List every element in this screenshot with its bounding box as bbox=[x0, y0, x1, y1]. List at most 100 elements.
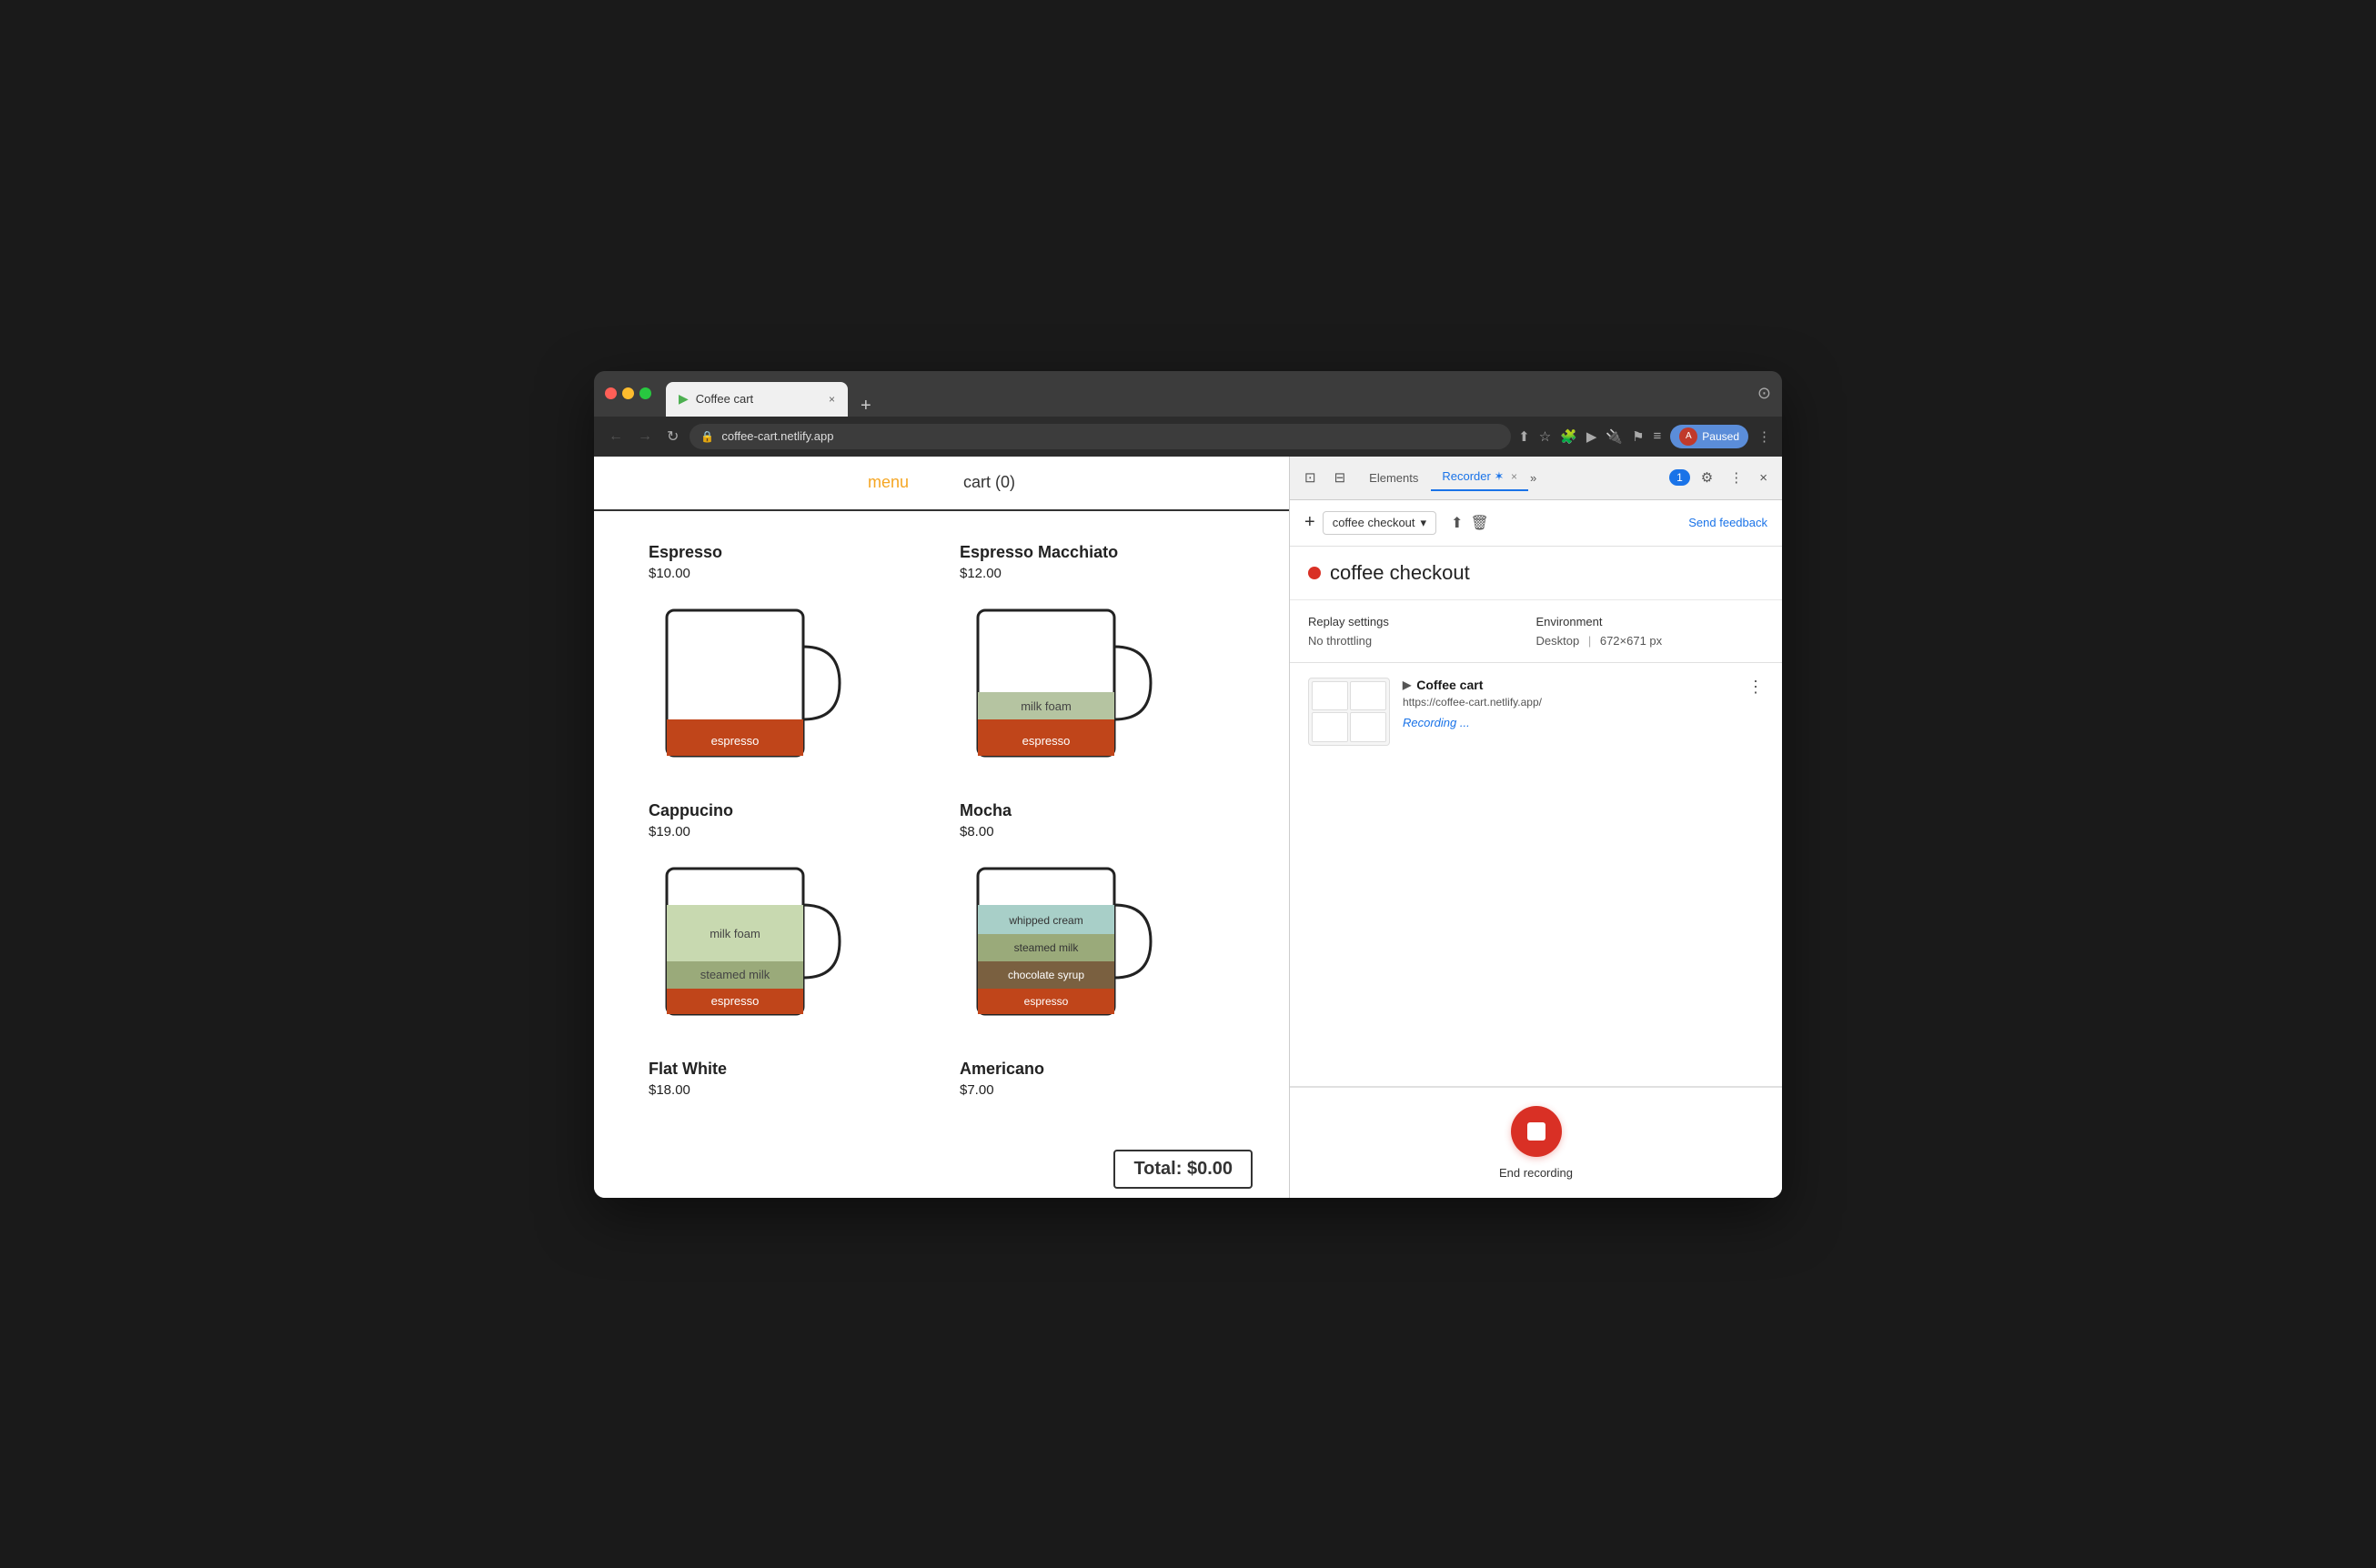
puzzle-icon[interactable]: 🔌 bbox=[1606, 428, 1623, 445]
tab-elements[interactable]: Elements bbox=[1358, 466, 1429, 490]
maximize-window-button[interactable] bbox=[639, 387, 651, 399]
address-bar[interactable]: 🔒 coffee-cart.netlify.app bbox=[690, 424, 1511, 449]
coffee-name: Flat White bbox=[649, 1060, 923, 1079]
settings-divider: | bbox=[1588, 634, 1591, 648]
svg-text:espresso: espresso bbox=[1024, 995, 1069, 1008]
coffee-price: $19.00 bbox=[649, 824, 923, 839]
tab-recorder[interactable]: Recorder ✶ × bbox=[1431, 464, 1528, 491]
forward-button[interactable]: → bbox=[634, 425, 656, 448]
coffee-price: $7.00 bbox=[960, 1082, 1234, 1098]
new-tab-button[interactable]: + bbox=[855, 396, 877, 417]
expand-icon[interactable]: ▶ bbox=[1403, 678, 1411, 691]
recording-title-section: coffee checkout bbox=[1290, 547, 1782, 600]
replay-settings-left: Replay settings No throttling bbox=[1308, 615, 1536, 648]
url-text: coffee-cart.netlify.app bbox=[721, 429, 833, 443]
send-feedback-link[interactable]: Send feedback bbox=[1688, 516, 1767, 529]
svg-text:chocolate syrup: chocolate syrup bbox=[1008, 969, 1084, 981]
share-icon[interactable]: ⬆ bbox=[1518, 428, 1530, 445]
site-navigation: menu cart (0) bbox=[594, 457, 1289, 511]
bookmark-icon[interactable]: ☆ bbox=[1539, 428, 1551, 445]
tab-title: Coffee cart bbox=[696, 392, 753, 406]
recorder-tab-close[interactable]: × bbox=[1511, 470, 1517, 483]
tab-close-button[interactable]: × bbox=[829, 393, 835, 406]
devtools-settings-button[interactable]: ⚙ bbox=[1696, 466, 1718, 489]
mocha-mug: whipped cream steamed milk chocolate syr… bbox=[960, 850, 1160, 1032]
cart-nav-link[interactable]: cart (0) bbox=[963, 473, 1015, 492]
coffee-item-flat-white[interactable]: Flat White $18.00 bbox=[630, 1046, 941, 1122]
dropdown-label: coffee checkout bbox=[1333, 516, 1415, 529]
browser-tab-active[interactable]: ▶ Coffee cart × bbox=[666, 382, 848, 417]
more-tabs-button[interactable]: » bbox=[1530, 471, 1536, 485]
replay-settings-right: Environment Desktop | 672×671 px bbox=[1536, 615, 1765, 648]
replay-settings-label: Replay settings bbox=[1308, 615, 1536, 628]
entry-thumbnail bbox=[1308, 678, 1390, 746]
chevron-down-icon: ▾ bbox=[1421, 516, 1427, 530]
devtools-more-button[interactable]: ⋮ bbox=[1724, 466, 1748, 489]
browser-toolbar-right: ⬆ ☆ 🧩 ▶ 🔌 ⚑ ≡ A Paused ⋮ bbox=[1518, 425, 1771, 448]
profile-button[interactable]: A Paused bbox=[1670, 425, 1748, 448]
profile-status: Paused bbox=[1702, 430, 1739, 443]
total-badge: Total: $0.00 bbox=[1113, 1150, 1253, 1189]
delete-recording-button[interactable]: 🗑 bbox=[1470, 514, 1488, 532]
website-pane: menu cart (0) Espresso $10.00 bbox=[594, 457, 1290, 1198]
profile-avatar: A bbox=[1679, 427, 1697, 446]
stop-recording-button[interactable] bbox=[1511, 1106, 1562, 1157]
browser-window: ▶ Coffee cart × + ⊙ ← → ↻ 🔒 coffee-cart.… bbox=[594, 371, 1782, 1198]
coffee-name: Espresso bbox=[649, 543, 923, 562]
thumb-mini-3 bbox=[1312, 712, 1348, 742]
coffee-price: $18.00 bbox=[649, 1082, 923, 1098]
thumb-mini-4 bbox=[1350, 712, 1386, 742]
coffee-item-espresso[interactable]: Espresso $10.00 bbox=[630, 529, 941, 788]
coffee-price: $8.00 bbox=[960, 824, 1234, 839]
notification-badge: 1 bbox=[1669, 469, 1690, 486]
replay-settings-section: Replay settings No throttling Environmen… bbox=[1290, 600, 1782, 663]
entry-title: ▶ Coffee cart bbox=[1403, 678, 1735, 692]
devtools-select-tool[interactable]: ⊡ bbox=[1299, 466, 1322, 489]
coffee-name: Espresso Macchiato bbox=[960, 543, 1234, 562]
devtools-close-button[interactable]: × bbox=[1754, 467, 1773, 489]
security-icon: 🔒 bbox=[700, 430, 714, 443]
main-area: menu cart (0) Espresso $10.00 bbox=[594, 457, 1782, 1198]
thumb-mini-1 bbox=[1312, 681, 1348, 711]
coffee-grid: Espresso $10.00 bbox=[594, 511, 1289, 1141]
coffee-item-americano[interactable]: Americano $7.00 bbox=[941, 1046, 1253, 1122]
end-recording-label: End recording bbox=[1499, 1166, 1573, 1180]
coffee-item-cappucino[interactable]: Cappucino $19.00 bbox=[630, 788, 941, 1046]
menu-nav-link[interactable]: menu bbox=[868, 473, 909, 492]
add-recording-button[interactable]: + bbox=[1304, 512, 1315, 533]
devtools-device-tool[interactable]: ⊟ bbox=[1329, 466, 1352, 489]
cappucino-mug: milk foam steamed milk espresso bbox=[649, 850, 849, 1032]
chrome-menu-icon[interactable]: ⋮ bbox=[1757, 428, 1771, 445]
environment-value: Desktop | 672×671 px bbox=[1536, 634, 1765, 648]
addressbar: ← → ↻ 🔒 coffee-cart.netlify.app ⬆ ☆ 🧩 ▶ … bbox=[594, 417, 1782, 457]
export-recording-button[interactable]: ⬆ bbox=[1451, 514, 1463, 532]
entry-menu-button[interactable]: ⋮ bbox=[1747, 678, 1764, 697]
extension2-icon[interactable]: ≡ bbox=[1654, 428, 1662, 444]
throttling-value: No throttling bbox=[1308, 634, 1536, 648]
reload-button[interactable]: ↻ bbox=[663, 424, 682, 449]
recorder-panel: + coffee checkout ▾ ⬆ 🗑 Send feedback co… bbox=[1290, 500, 1782, 1198]
coffee-item-espresso-macchiato[interactable]: Espresso Macchiato $12.00 milk foam bbox=[941, 529, 1253, 788]
recording-status-dot bbox=[1308, 567, 1321, 579]
svg-text:milk foam: milk foam bbox=[1021, 699, 1072, 713]
entry-title-text: Coffee cart bbox=[1416, 678, 1483, 692]
recording-selector-dropdown[interactable]: coffee checkout ▾ bbox=[1323, 511, 1436, 535]
close-window-button[interactable] bbox=[605, 387, 617, 399]
recorder-tab-label: Recorder ✶ bbox=[1442, 469, 1504, 483]
extensions-icon[interactable]: 🧩 bbox=[1560, 428, 1577, 445]
media-icon[interactable]: ▶ bbox=[1586, 428, 1597, 445]
recording-title-text: coffee checkout bbox=[1330, 561, 1470, 585]
titlebar: ▶ Coffee cart × + ⊙ bbox=[594, 371, 1782, 417]
coffee-item-mocha[interactable]: Mocha $8.00 bbox=[941, 788, 1253, 1046]
tabs-bar: ▶ Coffee cart × + bbox=[666, 371, 1750, 417]
devtools-chevron-icon[interactable]: ⊙ bbox=[1757, 384, 1771, 403]
resolution-value: 672×671 px bbox=[1600, 634, 1662, 648]
devtools-toolbar-right: 1 ⚙ ⋮ × bbox=[1669, 466, 1773, 489]
recorder-header: + coffee checkout ▾ ⬆ 🗑 Send feedback bbox=[1290, 500, 1782, 547]
back-button[interactable]: ← bbox=[605, 425, 627, 448]
end-recording-area: End recording bbox=[1290, 1087, 1782, 1198]
coffee-price: $10.00 bbox=[649, 566, 923, 581]
flag-icon[interactable]: ⚑ bbox=[1632, 428, 1644, 445]
minimize-window-button[interactable] bbox=[622, 387, 634, 399]
entry-info: ▶ Coffee cart https://coffee-cart.netlif… bbox=[1403, 678, 1735, 729]
